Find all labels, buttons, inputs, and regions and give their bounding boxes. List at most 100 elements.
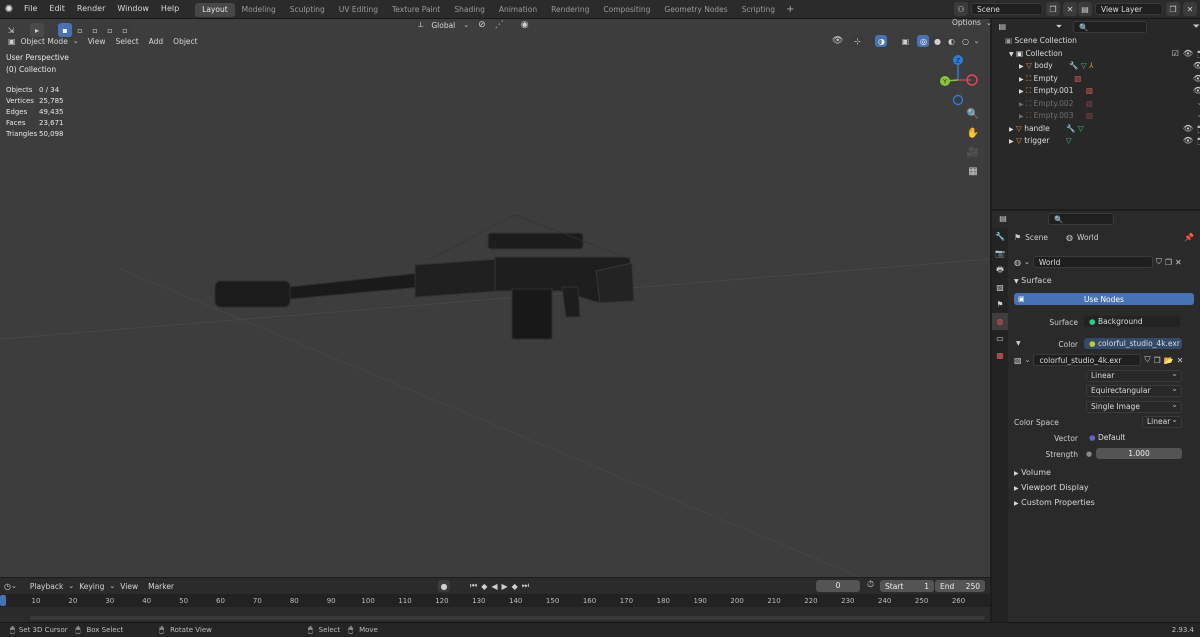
navigation-gizmo[interactable]: Z Y <box>936 50 982 106</box>
outliner-search-input[interactable]: 🔍 <box>1073 20 1147 33</box>
chevron-down-icon[interactable]: ⌄ <box>11 582 17 590</box>
next-keyframe-icon[interactable]: ◆ <box>512 582 518 591</box>
properties-editor-icon[interactable]: ▤ <box>996 212 1010 226</box>
tab-texture-icon[interactable]: ▦ <box>992 347 1008 364</box>
visibility-icons[interactable]: 👁📷 <box>1193 73 1200 86</box>
wireframe-shading-icon[interactable]: ◎ <box>917 35 930 47</box>
volume-panel-header[interactable]: ▶ Volume <box>1014 468 1051 477</box>
outliner-item-empty-001[interactable]: ▶ ⛶ Empty.001 ▧ 👁📷 <box>992 85 1200 98</box>
world-name-field[interactable]: World <box>1032 256 1153 268</box>
options-button[interactable]: Options ⌄ <box>947 18 992 27</box>
interpolation-dropdown[interactable]: Linear <box>1086 369 1182 382</box>
color-space-dropdown[interactable]: Linear <box>1142 415 1182 428</box>
outliner-item-collection[interactable]: ▼ ▣ Collection ☑👁📷 <box>992 48 1200 61</box>
outliner-item-handle[interactable]: ▶ ▽ handle 🔧 ▽ 👁📷 <box>992 123 1200 136</box>
scene-field[interactable]: Scene <box>971 3 1043 15</box>
timeline-scrollbar[interactable] <box>30 616 985 620</box>
menu-marker[interactable]: Marker <box>143 582 179 591</box>
tab-modeling[interactable]: Modeling <box>235 3 283 17</box>
menu-render[interactable]: Render <box>71 0 111 18</box>
xray-toggle-icon[interactable]: ▣ <box>899 35 912 47</box>
camera-view-icon[interactable]: 🎥 <box>966 145 980 159</box>
tab-render-icon[interactable]: 📷 <box>992 245 1008 262</box>
menu-select[interactable]: Select <box>111 37 144 46</box>
strength-slider[interactable]: 1.000 <box>1096 448 1182 459</box>
view-layer-icon[interactable]: ▤ <box>1078 2 1092 16</box>
overlay-toggle-icon[interactable]: ◑ <box>875 35 888 47</box>
duplicate-icon[interactable]: ❐ <box>1153 356 1160 365</box>
solid-shading-icon[interactable]: ● <box>931 35 944 47</box>
view-layer-field[interactable]: View Layer <box>1095 3 1163 15</box>
scene-collection-row[interactable]: ▣ Scene Collection <box>992 35 1200 48</box>
3d-viewport[interactable] <box>0 19 990 577</box>
expand-arrow-icon[interactable]: ▼ <box>1009 51 1014 58</box>
outliner-item-empty-003[interactable]: ▶ ⛶ Empty.003 ▧ ⌣📷 <box>992 110 1200 123</box>
tab-sculpting[interactable]: Sculpting <box>283 3 332 17</box>
play-reverse-icon[interactable]: ◀ <box>491 582 497 591</box>
open-folder-icon[interactable]: 📂 <box>1164 356 1174 365</box>
object-mode-dropdown[interactable]: Object Mode <box>16 37 73 46</box>
fake-user-icon[interactable]: ⛉ <box>1144 355 1150 365</box>
zoom-icon[interactable]: 🔍 <box>966 107 980 121</box>
pin-icon[interactable]: 📌 <box>1184 233 1194 242</box>
material-shading-icon[interactable]: ◐ <box>945 35 958 47</box>
visibility-icons[interactable]: 👁📷 <box>1183 135 1200 148</box>
tab-uv-editing[interactable]: UV Editing <box>332 3 385 17</box>
perspective-grid-icon[interactable]: ▦ <box>966 164 980 178</box>
expand-arrow-icon[interactable]: ▶ <box>1009 138 1014 145</box>
expand-arrow-icon[interactable]: ▶ <box>1019 76 1024 83</box>
proportional-edit-icon[interactable]: ◉ <box>521 20 529 30</box>
menu-playback[interactable]: Playback <box>25 582 68 591</box>
viewport-display-panel-header[interactable]: ▶ Viewport Display <box>1014 483 1089 492</box>
menu-edit[interactable]: Edit <box>43 0 71 18</box>
timeline-editor-icon[interactable]: ◷ <box>4 582 11 591</box>
display-mode-icon[interactable]: ⏷ <box>1053 20 1066 34</box>
gizmo-toggle-icon[interactable]: ⊹ <box>851 35 864 47</box>
duplicate-icon[interactable]: ❐ <box>1165 258 1172 267</box>
jump-end-icon[interactable]: ⏭ <box>522 581 529 591</box>
jump-start-icon[interactable]: ⏮ <box>470 581 477 591</box>
menu-add[interactable]: Add <box>144 37 169 46</box>
surface-panel-header[interactable]: ▼ Surface <box>1014 276 1052 285</box>
tab-shading[interactable]: Shading <box>447 3 491 17</box>
collection-visibility-icons[interactable]: ☑👁📷 <box>1172 48 1200 61</box>
unlink-icon[interactable]: ✕ <box>1175 258 1182 267</box>
world-icon[interactable]: ◍ <box>1014 258 1021 267</box>
source-dropdown[interactable]: Single Image <box>1086 400 1182 413</box>
expand-arrow-icon[interactable]: ▼ <box>1016 340 1021 347</box>
playhead[interactable] <box>0 595 6 606</box>
outliner-item-trigger[interactable]: ▶ ▽ trigger ▽ 👁📷 <box>992 135 1200 148</box>
current-frame-field[interactable]: 0 <box>816 580 860 592</box>
fake-user-icon[interactable]: ⛉ <box>1156 257 1162 267</box>
expand-arrow-icon[interactable]: ▶ <box>1019 63 1024 70</box>
image-icon[interactable]: ▧ <box>1014 356 1022 365</box>
timeline-ruler[interactable]: 10 20 30 40 50 60 70 80 90 100 110 120 130 140 150 160 1… <box>0 594 990 607</box>
visibility-icons[interactable]: 👁📷 <box>1193 85 1200 98</box>
outliner-item-empty-002[interactable]: ▶ ⛶ Empty.002 ▧ ⌣📷 <box>992 98 1200 111</box>
projection-dropdown[interactable]: Equirectangular <box>1086 384 1182 397</box>
tab-tool-icon[interactable]: 🔧 <box>992 228 1008 245</box>
properties-search-input[interactable]: 🔍 <box>1048 212 1114 225</box>
chevron-down-icon[interactable]: ⌄ <box>973 37 979 45</box>
image-name-field[interactable]: colorful_studio_4k.exr <box>1033 354 1142 366</box>
stopwatch-icon[interactable]: ⏱ <box>867 580 874 590</box>
tab-rendering[interactable]: Rendering <box>544 3 596 17</box>
visibility-icons[interactable]: 👁📷 <box>1193 60 1200 73</box>
previous-keyframe-icon[interactable]: ◆ <box>481 582 487 591</box>
chevron-down-icon[interactable]: ⌄ <box>1025 356 1031 364</box>
tab-output-icon[interactable]: 🖶 <box>992 262 1008 279</box>
tab-geometry-nodes[interactable]: Geometry Nodes <box>657 3 734 17</box>
visibility-icon[interactable]: 👁 <box>832 36 843 46</box>
timeline-track-area[interactable] <box>0 607 990 622</box>
new-scene-icon[interactable]: ❐ <box>1046 2 1060 16</box>
menu-view[interactable]: View <box>83 37 111 46</box>
pivot-icon[interactable]: ⊘ <box>478 20 486 30</box>
rendered-shading-icon[interactable]: ○ <box>959 35 972 47</box>
tab-texture-paint[interactable]: Texture Paint <box>385 3 447 17</box>
tab-scripting[interactable]: Scripting <box>735 3 782 17</box>
tab-collection-icon[interactable]: ▭ <box>992 330 1008 347</box>
outliner-item-body[interactable]: ▶ ▽ body 🔧 ▽ ⅄ 👁📷 <box>992 60 1200 73</box>
expand-arrow-icon[interactable]: ▶ <box>1009 126 1014 133</box>
chevron-down-icon[interactable]: ⌄ <box>1024 258 1030 266</box>
pan-hand-icon[interactable]: ✋ <box>966 126 980 140</box>
